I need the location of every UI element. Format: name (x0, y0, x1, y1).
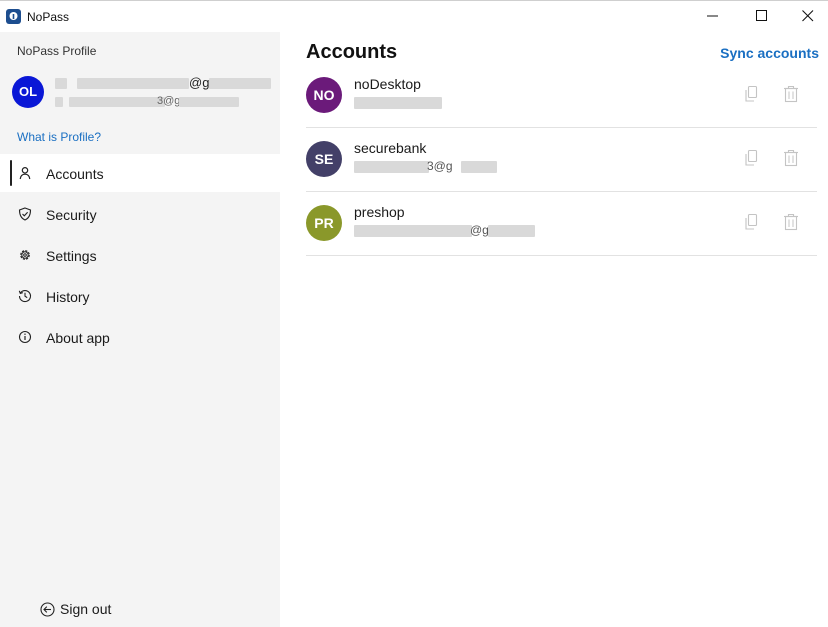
maximize-button[interactable] (739, 1, 785, 32)
sidebar-item-label: About app (46, 330, 110, 346)
title-bar: NoPass (0, 1, 828, 32)
profile-label: NoPass Profile (17, 44, 97, 58)
account-avatar: NO (306, 77, 342, 113)
trash-icon (784, 213, 798, 231)
account-name: noDesktop (354, 76, 421, 92)
account-row[interactable]: SE securebank 3@g (306, 128, 817, 192)
redacted-text (354, 225, 472, 237)
account-email-fragment: 3@g (427, 159, 453, 173)
copy-account-button[interactable] (742, 84, 762, 104)
main-content: Accounts Sync accounts NO noDesktop SE s… (280, 32, 828, 627)
app-logo-icon (6, 9, 21, 24)
delete-account-button[interactable] (781, 84, 801, 104)
user-email-primary: @g (55, 75, 275, 91)
avatar: OL (12, 76, 44, 108)
account-email (354, 95, 554, 109)
sign-out-label: Sign out (60, 601, 112, 617)
sidebar: NoPass Profile OL @g 3@g What is Profile… (0, 32, 280, 627)
copy-icon (745, 85, 758, 102)
sign-out-button[interactable]: Sign out (40, 600, 130, 620)
info-icon (18, 330, 32, 344)
account-row[interactable]: NO noDesktop (306, 64, 817, 128)
redacted-text (77, 78, 189, 89)
sidebar-item-security[interactable]: Security (0, 195, 280, 233)
copy-icon (745, 149, 758, 166)
trash-icon (784, 149, 798, 167)
person-icon (19, 167, 31, 180)
sync-accounts-button[interactable]: Sync accounts (720, 45, 819, 61)
app-window: NoPass NoPass Profile OL @g 3@g What is … (0, 0, 828, 627)
redacted-text (461, 161, 497, 173)
account-name: preshop (354, 204, 405, 220)
account-row[interactable]: PR preshop @g (306, 192, 817, 256)
sidebar-item-label: Accounts (46, 166, 104, 182)
delete-account-button[interactable] (781, 148, 801, 168)
sidebar-item-label: Settings (46, 248, 97, 264)
sidebar-item-label: History (46, 289, 90, 305)
history-icon (18, 290, 32, 303)
close-button[interactable] (785, 1, 828, 32)
sidebar-item-label: Security (46, 207, 97, 223)
redacted-text (354, 161, 429, 173)
copy-account-button[interactable] (742, 212, 762, 232)
account-avatar: PR (306, 205, 342, 241)
redacted-text (488, 225, 535, 237)
sidebar-item-about[interactable]: About app (0, 318, 280, 356)
page-title: Accounts (306, 41, 398, 63)
gear-icon (20, 250, 30, 260)
account-email: 3@g (354, 159, 554, 173)
redacted-text (209, 78, 271, 89)
user-email-fragment: 3@g (157, 95, 181, 107)
window-title: NoPass (27, 10, 70, 24)
sidebar-item-settings[interactable]: Settings (0, 236, 280, 274)
user-email-secondary: 3@g (55, 95, 275, 109)
user-email-fragment: @g (189, 75, 210, 90)
sidebar-item-history[interactable]: History (0, 277, 280, 315)
redacted-text (179, 97, 239, 107)
redacted-text (55, 78, 67, 89)
redacted-text (354, 97, 442, 109)
account-email: @g (354, 223, 554, 237)
minimize-button[interactable] (690, 1, 736, 32)
account-email-fragment: @g (470, 223, 489, 237)
account-name: securebank (354, 140, 427, 156)
redacted-text (69, 97, 165, 107)
trash-icon (784, 85, 798, 103)
shield-icon (18, 207, 32, 221)
sign-out-icon (40, 602, 55, 617)
sidebar-item-accounts[interactable]: Accounts (0, 154, 280, 192)
copy-account-button[interactable] (742, 148, 762, 168)
account-avatar: SE (306, 141, 342, 177)
copy-icon (745, 213, 758, 230)
redacted-text (55, 97, 63, 107)
delete-account-button[interactable] (781, 212, 801, 232)
what-is-profile-link[interactable]: What is Profile? (17, 130, 101, 144)
